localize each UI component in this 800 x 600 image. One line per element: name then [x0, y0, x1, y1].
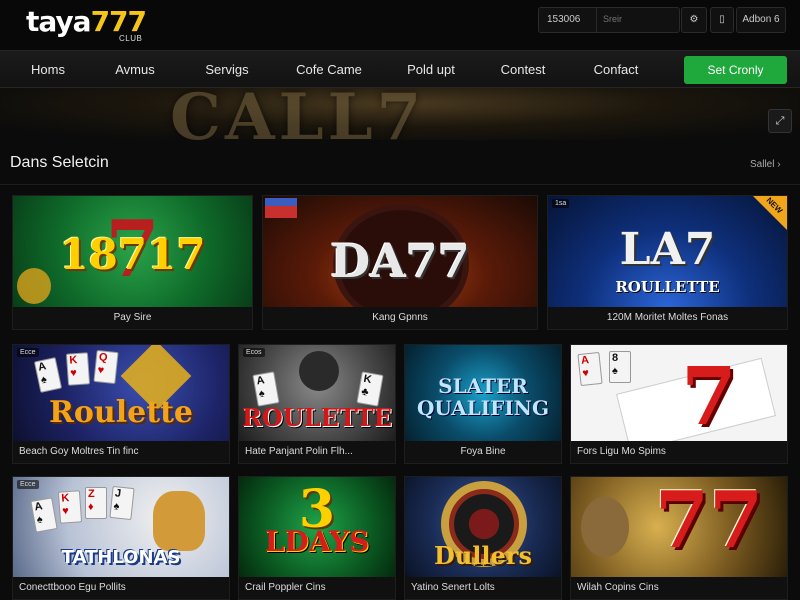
game-artwork: 77 — [571, 477, 787, 577]
game-title: Kang Gpnns — [263, 307, 537, 329]
divider — [0, 184, 800, 185]
game-badge: 1sa — [552, 199, 570, 208]
search-box[interactable] — [596, 7, 680, 33]
game-tile[interactable]: A ♥ 8 ♠ 7 Fors Ligu Mo Spims — [570, 344, 788, 464]
game-title: Conecttbooo Egu Pollits — [13, 577, 229, 599]
flag-icon — [265, 198, 297, 218]
game-artwork: A ♥ 8 ♠ 7 — [571, 345, 787, 453]
game-title: Hate Panjant Polin Flh... — [239, 441, 395, 463]
game-artwork: 3 LDAYS — [239, 477, 395, 577]
wallet-icon: ▯ — [719, 14, 725, 25]
game-badge: Ecos — [243, 348, 265, 357]
game-artwork: A ♠ K ♥ Q ♥ Roulette Ecce — [13, 345, 229, 443]
game-badge: Ecce — [17, 480, 39, 489]
game-title: Foya Bine — [405, 441, 561, 463]
game-tile[interactable]: DA77 Kang Gpnns — [262, 195, 538, 330]
fullscreen-button[interactable]: ⤢ — [768, 109, 792, 133]
search-input[interactable] — [603, 14, 673, 24]
game-tile[interactable]: A ♠ K ♣ ROULETTE Ecos Hate Panjant Polin F… — [238, 344, 396, 464]
game-artwork: DA77 — [263, 196, 537, 324]
nav-item-pold-upt[interactable]: Pold upt — [400, 51, 462, 89]
game-tile[interactable]: Dullers Yatino Senert Lolts — [404, 476, 562, 600]
game-title: Beach Goy Moltres Tin finc — [13, 441, 229, 463]
nav-item-services[interactable]: Servigs — [193, 51, 261, 89]
section-title: Dans Seletcin — [10, 154, 109, 171]
game-badge: Ecce — [17, 348, 39, 357]
gear-icon: ⚙ — [689, 14, 699, 25]
expand-icon: ⤢ — [775, 115, 785, 127]
game-tile[interactable]: 77 Wilah Copins Cins — [570, 476, 788, 600]
game-tile[interactable]: 7 18717 Pay Sire — [12, 195, 253, 330]
game-title: Yatino Senert Lolts — [405, 577, 561, 599]
cta-button[interactable]: Set Cronly — [684, 56, 787, 84]
see-all-link[interactable]: Sallel › — [750, 159, 781, 170]
wallet-button[interactable]: ▯ — [710, 7, 734, 33]
game-title: 120M Moritet Moltes Fonas — [548, 307, 787, 329]
balance-display: 153006 — [538, 7, 598, 33]
nav-item-contact[interactable]: Confact — [583, 51, 649, 89]
nav-item-home[interactable]: Homs — [18, 51, 78, 89]
nav-item-contest[interactable]: Contest — [492, 51, 554, 89]
account-button[interactable]: Adbon 6 — [736, 7, 786, 33]
game-title: Fors Ligu Mo Spims — [571, 441, 787, 463]
site-logo[interactable]: taya777 CLUB — [26, 6, 166, 46]
game-title: Crail Poppler Cins — [239, 577, 395, 599]
game-artwork: 7 18717 — [13, 196, 252, 309]
game-tile[interactable]: A ♠ K ♥ Z ♦ J ♠ TATHLONAS Ecce Conecttbooo E… — [12, 476, 230, 600]
game-artwork: SLATER QUALIFING — [405, 345, 561, 443]
nav-item-cofe-came[interactable]: Cofe Came — [289, 51, 369, 89]
game-title: Pay Sire — [13, 307, 252, 329]
nav-item-avmus[interactable]: Avmus — [104, 51, 166, 89]
game-tile[interactable]: SLATER QUALIFING Foya Bine — [404, 344, 562, 464]
main-nav: Homs Avmus Servigs Cofe Came Pold upt Co… — [0, 50, 800, 88]
game-tile[interactable]: LA7 ROULLETTE 1sa NEW 120M Moritet Molte… — [547, 195, 788, 330]
settings-button[interactable]: ⚙ — [681, 7, 707, 33]
game-artwork: LA7 ROULLETTE 1sa NEW — [548, 196, 787, 309]
game-artwork: Dullers — [405, 477, 561, 577]
game-tile[interactable]: 3 LDAYS Crail Poppler Cins — [238, 476, 396, 600]
top-bar: taya777 CLUB 153006 ⚙ ▯ Adbon 6 — [0, 0, 800, 50]
game-title: Wilah Copins Cins — [571, 577, 787, 599]
game-artwork: A ♠ K ♥ Z ♦ J ♠ TATHLONAS Ecce — [13, 477, 229, 577]
hero-banner: CALL7 — [0, 88, 800, 140]
game-tile[interactable]: A ♠ K ♥ Q ♥ Roulette Ecce Beach Goy Moltres… — [12, 344, 230, 464]
hero-wordmark: CALL7 — [170, 88, 426, 140]
logo-subtitle: CLUB — [119, 34, 143, 43]
game-artwork: A ♠ K ♣ ROULETTE Ecos — [239, 345, 395, 443]
